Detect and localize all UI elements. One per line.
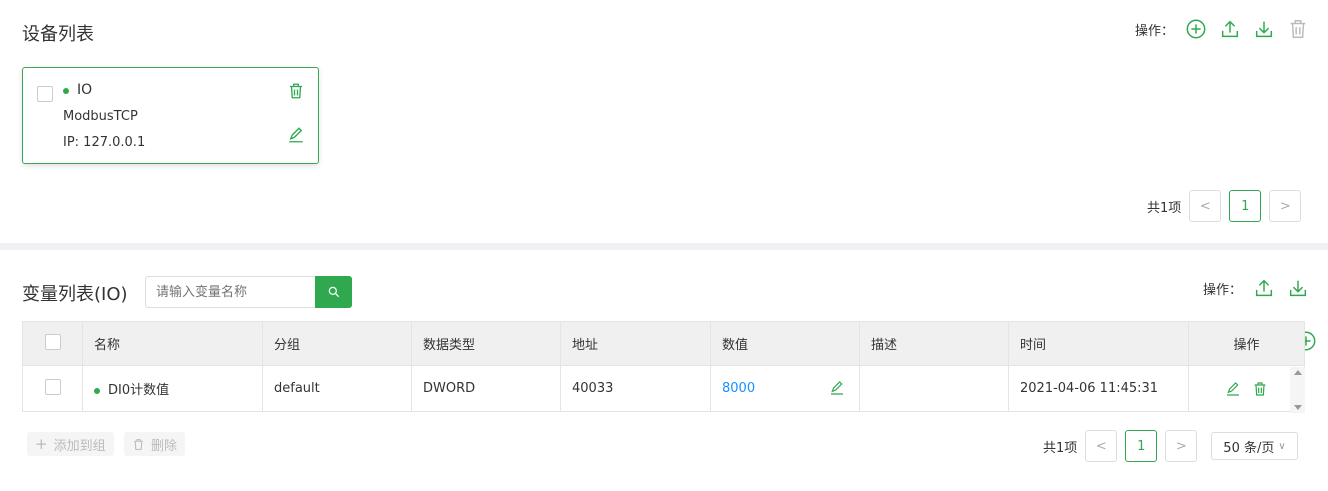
cell-type: DWORD: [411, 365, 561, 412]
trash-icon: [134, 438, 143, 450]
device-name: IO: [77, 82, 93, 98]
header-time[interactable]: 时间: [1008, 321, 1189, 366]
cell-ops: [1188, 365, 1305, 412]
search-button[interactable]: [315, 276, 352, 308]
edit-device-icon[interactable]: [287, 126, 305, 144]
page-size-label: 50 条/页: [1223, 440, 1275, 456]
var-name: DI0计数值: [108, 383, 170, 398]
add-circle-icon[interactable]: [1184, 17, 1208, 41]
trash-icon[interactable]: [1252, 381, 1268, 397]
cell-name: DI0计数值: [82, 365, 263, 412]
device-card[interactable]: IO ModbusTCP IP: 127.0.0.1: [22, 67, 319, 164]
device-protocol: ModbusTCP: [63, 109, 138, 124]
row-checkbox[interactable]: [44, 378, 61, 395]
variable-table: 名称 分组 数据类型 地址 数值 描述 时间 操作 DI0计数值 default…: [22, 321, 1305, 412]
cell-group: default: [262, 365, 412, 412]
header-type[interactable]: 数据类型: [411, 321, 561, 366]
variable-ops-toolbar: 操作：: [1203, 276, 1310, 300]
device-checkbox[interactable]: [37, 86, 53, 102]
cell-address: 40033: [560, 365, 711, 412]
add-to-group-label: 添加到组: [53, 438, 106, 454]
upload-icon[interactable]: [1252, 276, 1276, 300]
value-link[interactable]: 8000: [722, 381, 755, 396]
upload-icon[interactable]: [1218, 17, 1242, 41]
cell-value: 8000: [710, 365, 860, 412]
add-to-group-button[interactable]: + 添加到组: [27, 432, 114, 456]
header-ops: 操作: [1188, 321, 1305, 366]
pager-total: 共1项: [1147, 200, 1182, 216]
page-1-button[interactable]: 1: [1125, 430, 1158, 462]
scroll-up-icon[interactable]: [1294, 370, 1302, 375]
header-name[interactable]: 名称: [82, 321, 263, 366]
download-icon[interactable]: [1252, 17, 1276, 41]
status-dot: [94, 387, 100, 394]
ops-label: 操作：: [1203, 282, 1243, 298]
table-header-row: 名称 分组 数据类型 地址 数值 描述 时间 操作: [22, 321, 1305, 366]
header-desc[interactable]: 描述: [859, 321, 1009, 366]
cell-time: 2021-04-06 11:45:31: [1008, 365, 1189, 412]
header-value[interactable]: 数值: [710, 321, 860, 366]
plus-icon: +: [35, 435, 48, 453]
page-1-button[interactable]: 1: [1229, 190, 1262, 222]
device-list-panel: 设备列表 操作： IO ModbusTCP IP: 127.0.0.1 共1项 …: [0, 0, 1328, 243]
page-size-select[interactable]: 50 条/页 ∨: [1211, 432, 1298, 460]
pager-total: 共1项: [1043, 440, 1078, 456]
cell-desc: [859, 365, 1009, 412]
download-icon[interactable]: [1286, 276, 1310, 300]
scroll-down-icon[interactable]: [1294, 405, 1302, 410]
header-checkbox-cell: [22, 321, 83, 366]
ops-label: 操作：: [1135, 23, 1175, 39]
status-dot: [63, 88, 69, 94]
table-scrollbar[interactable]: [1290, 367, 1305, 413]
next-page-button[interactable]: >: [1269, 190, 1302, 222]
variable-pager: 共1项 < 1 >: [1043, 430, 1198, 462]
row-checkbox-cell: [22, 365, 83, 412]
header-group[interactable]: 分组: [262, 321, 412, 366]
header-address[interactable]: 地址: [560, 321, 711, 366]
trash-icon[interactable]: [1286, 17, 1310, 41]
edit-value-icon[interactable]: [829, 380, 845, 396]
delete-label: 删除: [151, 438, 178, 454]
select-all-checkbox[interactable]: [44, 333, 61, 350]
variable-list-panel: 变量列表(IO) 操作： 名称 分组 数据类型 地址 数值 描述 时间 操作: [0, 250, 1328, 491]
variable-list-title: 变量列表(IO): [22, 284, 128, 305]
edit-icon[interactable]: [1225, 381, 1241, 397]
delete-device-icon[interactable]: [287, 82, 305, 100]
chevron-down-icon: ∨: [1278, 440, 1286, 452]
device-pager: 共1项 < 1 >: [1147, 190, 1302, 222]
prev-page-button[interactable]: <: [1189, 190, 1222, 222]
search-icon: [328, 286, 339, 298]
prev-page-button[interactable]: <: [1085, 430, 1118, 462]
table-row: DI0计数值 default DWORD 40033 8000 2021-04-…: [22, 365, 1305, 412]
device-ip: IP: 127.0.0.1: [63, 135, 146, 150]
device-ops-toolbar: 操作：: [1135, 17, 1310, 41]
delete-button[interactable]: 删除: [124, 432, 186, 456]
device-list-title: 设备列表: [22, 24, 94, 45]
next-page-button[interactable]: >: [1165, 430, 1198, 462]
search-input[interactable]: [145, 276, 316, 308]
